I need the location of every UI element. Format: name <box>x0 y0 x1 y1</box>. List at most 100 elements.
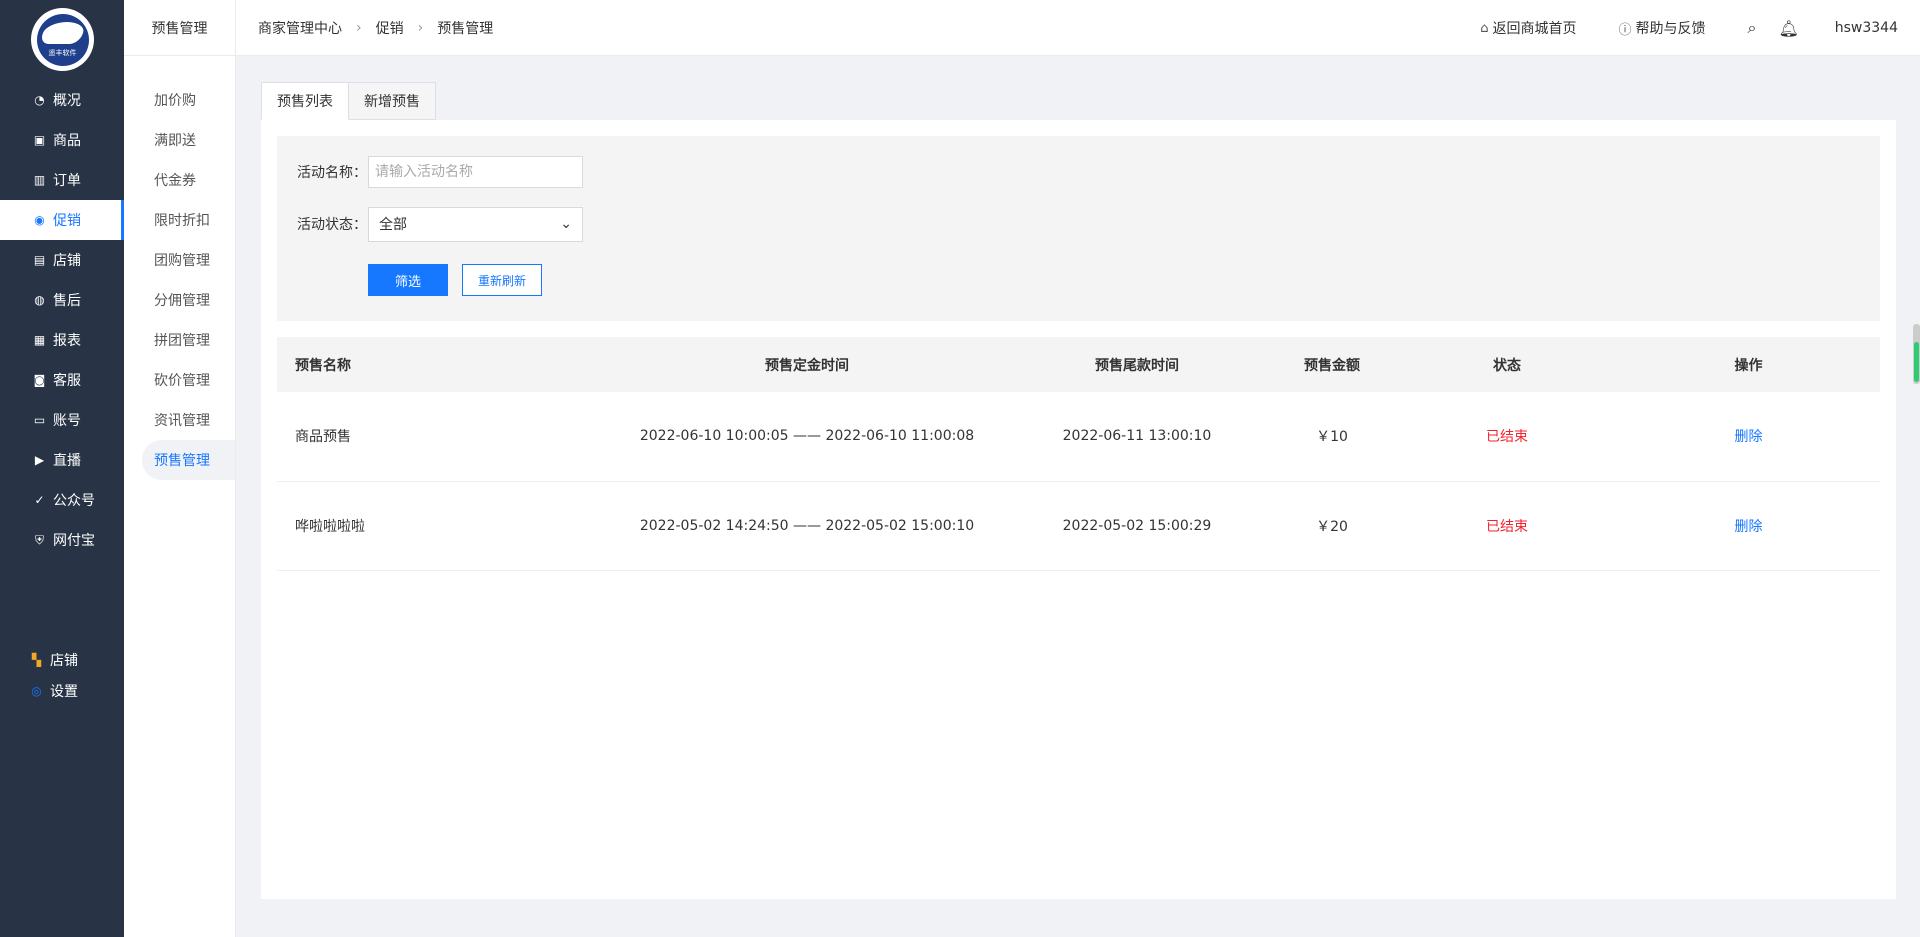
nav-item-pay[interactable]: ⛨ 网付宝 <box>0 520 124 560</box>
activity-status-select[interactable]: 全部 ⌄ <box>368 206 583 242</box>
logo-emblem: 遥丰软件 <box>36 13 89 66</box>
sub-item-presale[interactable]: 预售管理 <box>142 440 235 480</box>
chevron-right-icon: › <box>356 20 362 36</box>
company-logo[interactable]: 遥丰软件 <box>31 8 94 71</box>
cell-amount: ￥10 <box>1316 429 1348 446</box>
main-content: 预售列表 新增预售 活动名称： 活动状态： 全部 ⌄ 筛选 重新刷新 <box>261 82 1896 899</box>
cell-name: 商品预售 <box>295 429 351 446</box>
tabs: 预售列表 新增预售 <box>261 82 1896 120</box>
nav-label: 网付宝 <box>53 533 95 549</box>
sub-item-commission[interactable]: 分佣管理 <box>124 280 235 320</box>
nav-item-wechat[interactable]: ✓ 公众号 <box>0 480 124 520</box>
live-icon: ▶ <box>34 453 45 467</box>
nav-label: 公众号 <box>53 493 95 509</box>
sub-list: 加价购 满即送 代金券 限时折扣 团购管理 分佣管理 拼团管理 砍价管理 资讯管… <box>124 80 235 480</box>
goods-icon: ▣ <box>33 133 46 147</box>
chevron-right-icon: › <box>417 20 424 36</box>
filter-button[interactable]: 筛选 <box>368 264 448 296</box>
nav-label: 报表 <box>53 333 81 349</box>
col-name: 预售名称 <box>295 357 351 374</box>
tab-add-presale[interactable]: 新增预售 <box>349 82 436 120</box>
col-action: 操作 <box>1734 357 1763 374</box>
search-icon[interactable]: ⌕ <box>1747 18 1756 38</box>
page-scrollbar[interactable] <box>1913 324 1920 384</box>
cell-final-time: 2022-05-02 15:00:29 <box>1062 517 1212 534</box>
col-status: 状态 <box>1493 357 1521 374</box>
cell-status: 已结束 <box>1486 429 1528 446</box>
promotion-icon: ◉ <box>34 213 45 227</box>
sub-item-group-buy[interactable]: 团购管理 <box>124 240 235 280</box>
wechat-icon: ✓ <box>34 493 45 507</box>
activity-name-label: 活动名称： <box>297 165 367 181</box>
nav-item-goods[interactable]: ▣ 商品 <box>0 120 124 160</box>
dashboard-icon: ◔ <box>34 93 45 107</box>
after-sales-icon: ◍ <box>34 293 45 307</box>
nav-item-overview[interactable]: ◔ 概况 <box>0 80 124 120</box>
presale-table: 预售名称 预售定金时间 预售尾款时间 预售金额 状态 操作 商品预售 2022-… <box>277 337 1880 571</box>
nav-item-after-sales[interactable]: ◍ 售后 <box>0 280 124 320</box>
breadcrumb-promotion[interactable]: 促销 <box>376 18 404 38</box>
nav-item-store[interactable]: ▤ 店铺 <box>0 240 124 280</box>
cell-name: 哗啦啦啦啦 <box>295 518 365 535</box>
sub-item-bargain[interactable]: 砍价管理 <box>124 360 235 400</box>
breadcrumb: 商家管理中心 › 促销 › 预售管理 <box>258 0 493 56</box>
sub-item-pintuan[interactable]: 拼团管理 <box>124 320 235 360</box>
nav-bottom: ▚ 店铺 ◎ 设置 <box>0 644 124 706</box>
home-link-label: 返回商城首页 <box>1492 21 1577 37</box>
reset-button[interactable]: 重新刷新 <box>462 264 542 296</box>
nav-label: 账号 <box>53 413 81 429</box>
service-icon: ◙ <box>33 373 46 387</box>
top-header: 商家管理中心 › 促销 › 预售管理 ⌂ 返回商城首页 ⓘ 帮助与反馈 ⌕ 🔔︎… <box>236 0 1920 56</box>
sub-item-news[interactable]: 资讯管理 <box>124 400 235 440</box>
nav-label: 店铺 <box>53 253 81 269</box>
store-icon: ▤ <box>33 253 46 267</box>
header-actions: ⌂ 返回商城首页 ⓘ 帮助与反馈 ⌕ 🔔︎ hsw3344 <box>1480 0 1920 56</box>
table-header-row: 预售名称 预售定金时间 预售尾款时间 预售金额 状态 操作 <box>277 337 1880 392</box>
nav-item-report[interactable]: ▦ 报表 <box>0 320 124 360</box>
bell-icon[interactable]: 🔔︎ <box>1778 19 1798 38</box>
cell-status: 已结束 <box>1486 518 1528 535</box>
cell-final-time: 2022-06-11 13:00:10 <box>1062 428 1212 445</box>
sub-item-flash-discount[interactable]: 限时折扣 <box>124 200 235 240</box>
nav-item-live[interactable]: ▶ 直播 <box>0 440 124 480</box>
nav-item-promotion[interactable]: ◉ 促销 <box>0 200 124 240</box>
tab-presale-list[interactable]: 预售列表 <box>261 82 349 120</box>
filter-form: 活动名称： 活动状态： 全部 ⌄ 筛选 重新刷新 <box>277 136 1880 321</box>
sub-item-markup-purchase[interactable]: 加价购 <box>124 80 235 120</box>
main-nav: 遥丰软件 ◔ 概况 ▣ 商品 ▥ 订单 ◉ 促销 ▤ 店铺 ◍ 售后 ▦ 报表 ◙ 客服 ▭ 账号… <box>0 0 124 937</box>
delete-link[interactable]: 删除 <box>1617 481 1880 570</box>
col-deposit-time: 预售定金时间 <box>765 357 849 374</box>
logo-text: 遥丰软件 <box>48 48 77 57</box>
nav-bottom-store[interactable]: ▚ 店铺 <box>0 644 124 675</box>
nav-bottom-settings[interactable]: ◎ 设置 <box>0 675 124 706</box>
nav-item-orders[interactable]: ▥ 订单 <box>0 160 124 200</box>
nav-item-service[interactable]: ◙ 客服 <box>0 360 124 400</box>
grid-icon: ▚ <box>31 652 42 667</box>
account-icon: ▭ <box>33 413 46 427</box>
shield-icon: ⛨ <box>34 532 44 547</box>
settings-icon: ◎ <box>31 683 42 698</box>
nav-item-account[interactable]: ▭ 账号 <box>0 400 124 440</box>
breadcrumb-home[interactable]: 商家管理中心 <box>258 18 342 38</box>
activity-name-input[interactable] <box>368 156 583 188</box>
help-icon: ⓘ <box>1618 22 1632 38</box>
home-icon: ⌂ <box>1480 20 1489 36</box>
sub-item-full-gift[interactable]: 满即送 <box>124 120 235 160</box>
nav-label: 售后 <box>53 293 81 309</box>
delete-link[interactable]: 删除 <box>1617 392 1880 481</box>
filter-buttons: 筛选 重新刷新 <box>297 264 1860 296</box>
report-icon: ▦ <box>33 333 46 347</box>
nav-label: 直播 <box>53 453 81 469</box>
submenu-title: 预售管理 <box>124 0 235 56</box>
nav-label: 设置 <box>50 683 78 700</box>
table-row: 商品预售 2022-06-10 10:00:05 —— 2022-06-10 1… <box>277 392 1880 481</box>
help-link[interactable]: ⓘ 帮助与反馈 <box>1618 18 1705 38</box>
home-link[interactable]: ⌂ 返回商城首页 <box>1480 18 1576 38</box>
nav-label: 商品 <box>53 133 81 149</box>
chevron-down-icon: ⌄ <box>560 216 572 232</box>
filter-row-status: 活动状态： 全部 ⌄ <box>297 206 1860 242</box>
sub-item-voucher[interactable]: 代金券 <box>124 160 235 200</box>
username[interactable]: hsw3344 <box>1835 20 1898 36</box>
nav-list: ◔ 概况 ▣ 商品 ▥ 订单 ◉ 促销 ▤ 店铺 ◍ 售后 ▦ 报表 ◙ 客服 ▭ 账号 ▶ 直播 … <box>0 80 124 560</box>
activity-status-label: 活动状态： <box>297 217 367 233</box>
